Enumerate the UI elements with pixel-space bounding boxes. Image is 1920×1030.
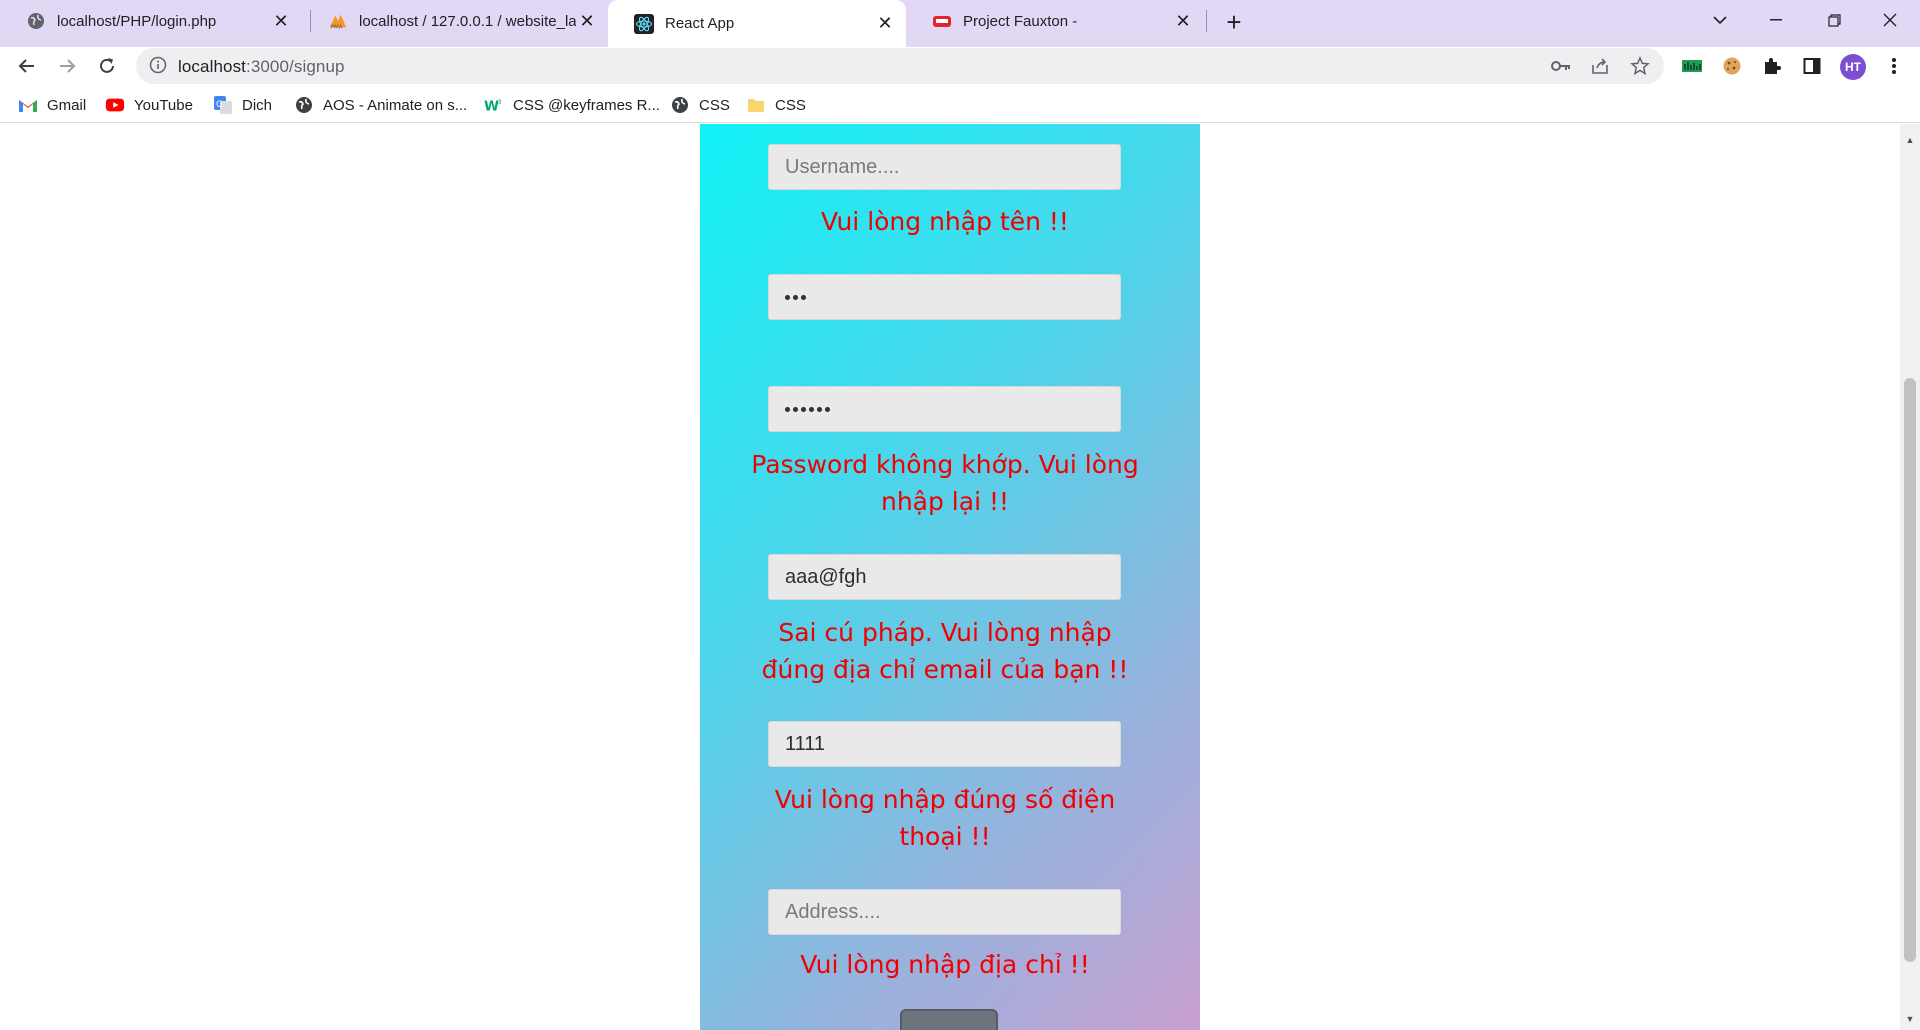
reload-button[interactable] [91,50,123,82]
side-panel-icon[interactable] [1798,52,1826,80]
password-error: Password không khớp. Vui lòng nhập lại !… [751,450,1139,516]
username-error: Vui lòng nhập tên !! [821,207,1069,236]
tab-title: localhost/PHP/login.php [57,12,217,30]
bookmark-label: CSS [699,96,730,114]
bookmarks-bar: Gmail YouTube G Dich AOS - Animate on s.… [0,87,1920,123]
bookmark-star-icon[interactable] [1628,54,1652,78]
email-error: Sai cú pháp. Vui lòng nhập đúng địa chỉ … [761,618,1129,684]
bookmark-label: Gmail [47,96,87,114]
globe-icon [294,95,314,115]
bookmark-css[interactable]: CSS [670,93,730,117]
extension-meter-icon[interactable] [1678,52,1706,80]
close-icon[interactable]: ✕ [270,10,292,32]
bookmark-aos[interactable]: AOS - Animate on s... [294,93,467,117]
svg-text:PMA: PMA [331,24,343,30]
new-tab-button[interactable]: + [1218,6,1250,38]
bookmark-label: CSS @keyframes R... [513,96,660,114]
browser-toolbar: localhost:3000/signup [0,47,1920,85]
back-button[interactable] [11,50,43,82]
tab-title: Project Fauxton - [963,12,1078,30]
react-icon [634,13,654,34]
kebab-menu-icon[interactable] [1880,52,1908,80]
svg-text:3: 3 [498,99,502,106]
puzzle-icon[interactable] [1758,52,1786,80]
password-mask-dot [801,294,806,300]
youtube-icon [105,95,125,115]
signup-panel: Vui lòng nhập tên !! Password không khớp… [700,124,1200,1030]
tab-strip: localhost/PHP/login.php ✕ PMA localhost … [0,0,1920,47]
bookmark-gmail[interactable]: Gmail [18,93,86,117]
chevron-down-icon [1713,15,1727,24]
arrow-right-icon [60,59,76,73]
password-mask-dot [785,406,790,412]
signup-submit-button[interactable] [900,1009,998,1030]
tab-fauxton[interactable]: Project Fauxton - ✕ [906,0,1204,42]
email-input[interactable] [768,554,1121,600]
password-mask-dot [785,294,790,300]
close-icon[interactable]: ✕ [576,10,598,32]
tab-phpmyadmin[interactable]: PMA localhost / 127.0.0.1 / website_la ✕ [302,0,608,42]
arrow-left-icon [18,59,34,73]
url-host: localhost [178,57,246,76]
address-bar[interactable]: localhost:3000/signup [136,48,1664,84]
globe-icon [670,95,690,115]
bookmark-label: CSS [775,96,806,114]
tab-title: localhost / 127.0.0.1 / website_la [359,12,576,30]
phone-error: Vui lòng nhập đúng số điện thoại !! [774,785,1116,851]
bookmark-css-keyframes[interactable]: W3 CSS @keyframes R... [484,93,660,117]
minimize-button[interactable] [1748,0,1804,40]
w3schools-icon: W3 [484,95,504,115]
scrollbar-thumb[interactable] [1904,378,1916,962]
address-error: Vui lòng nhập địa chỉ !! [800,950,1090,979]
cookie-icon[interactable] [1718,52,1746,80]
password-mask-dot [817,406,822,412]
password-mask-dot [801,406,806,412]
tab-title: React App [665,15,735,32]
bookmark-label: AOS - Animate on s... [323,96,468,114]
translate-icon: G [213,95,233,115]
close-window-button[interactable] [1862,0,1918,40]
tab-login[interactable]: localhost/PHP/login.php ✕ [0,0,302,42]
tab-search-button[interactable] [1692,0,1748,40]
password-mask-dot [809,406,814,412]
password-mask-dot [793,406,798,412]
bookmark-youtube[interactable]: YouTube [105,93,193,117]
password-input[interactable] [768,274,1121,320]
address-input[interactable] [768,889,1121,935]
confirm-password-input[interactable] [768,386,1121,432]
close-icon[interactable]: ✕ [1172,10,1194,32]
phpmyadmin-icon: PMA [328,11,348,31]
bookmark-label: YouTube [134,96,193,114]
gmail-icon [18,95,38,115]
url-text: localhost:3000/signup [178,57,345,77]
phone-input[interactable] [768,721,1121,767]
restore-icon [1827,13,1841,27]
close-icon [1883,13,1897,27]
forward-button[interactable] [51,50,83,82]
username-input[interactable] [768,144,1121,190]
close-icon[interactable]: ✕ [874,13,896,35]
scroll-up-icon[interactable]: ▲ [1904,134,1916,146]
key-icon[interactable] [1549,54,1573,78]
page-viewport: Vui lòng nhập tên !! Password không khớp… [0,124,1900,1030]
bookmark-dich[interactable]: G Dich [213,93,272,117]
minimize-icon [1770,19,1782,21]
scroll-down-icon[interactable]: ▼ [1904,1013,1916,1025]
couchdb-icon [932,11,952,31]
restore-button[interactable] [1806,0,1862,40]
url-path: :3000/signup [246,57,345,76]
password-mask-dot [825,406,830,412]
info-icon[interactable] [149,56,169,76]
share-icon[interactable] [1588,54,1612,78]
password-mask-dot [793,294,798,300]
tab-react-app[interactable]: React App ✕ [608,0,906,47]
bookmark-folder-css[interactable]: CSS [746,93,806,117]
tab-separator [1206,10,1207,32]
bookmark-label: Dich [242,96,273,114]
globe-icon [26,11,46,31]
profile-avatar[interactable]: HT [1840,54,1866,80]
svg-text:G: G [216,100,223,110]
folder-icon [746,95,766,115]
reload-icon [100,58,114,73]
